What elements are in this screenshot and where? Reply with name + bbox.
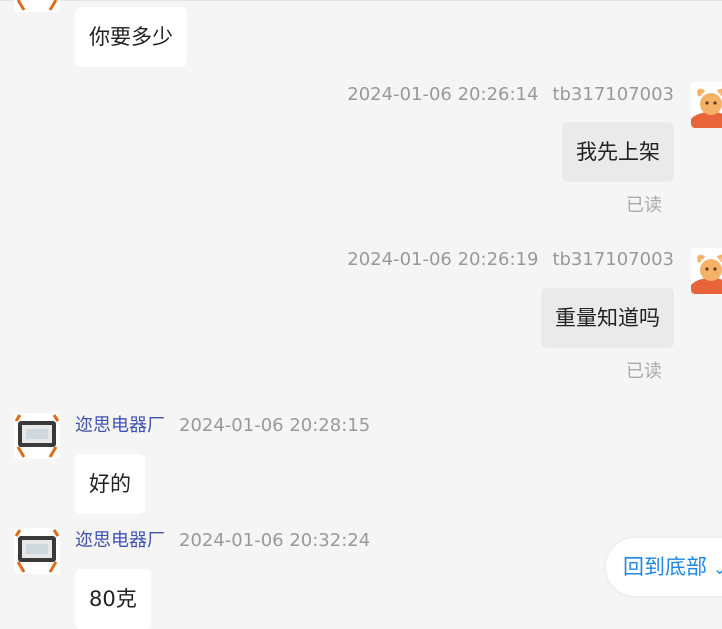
- message-meta: 迩思电器厂 2024-01-06 20:32:24: [75, 529, 370, 553]
- message-time: 2024-01-06 20:26:14: [347, 84, 539, 105]
- read-status: 已读: [626, 361, 662, 382]
- shop-avatar[interactable]: [14, 413, 60, 459]
- message-bubble[interactable]: 80克: [75, 569, 151, 629]
- read-status: 已读: [626, 195, 662, 216]
- back-to-bottom-label: 回到底部: [623, 555, 707, 579]
- message-bubble[interactable]: 你要多少: [75, 7, 187, 67]
- message-meta: 迩思电器厂 2024-01-06 20:28:15: [75, 414, 370, 438]
- message-bubble[interactable]: 好的: [75, 454, 145, 514]
- back-to-bottom-button[interactable]: 回到底部 ⌄: [606, 538, 722, 596]
- shop-avatar[interactable]: [14, 528, 60, 574]
- message-sender: tb317107003: [552, 249, 674, 270]
- message-time: 2024-01-06 20:26:19: [347, 249, 539, 270]
- message-time: 2024-01-06 20:28:15: [179, 415, 371, 436]
- message-sender[interactable]: 迩思电器厂: [75, 415, 165, 436]
- message-meta: 2024-01-06 20:26:14 tb317107003: [347, 83, 674, 107]
- message-sender: tb317107003: [552, 84, 674, 105]
- message-time: 2024-01-06 20:32:24: [179, 530, 371, 551]
- user-avatar[interactable]: [691, 82, 722, 128]
- message-meta: 2024-01-06 20:26:19 tb317107003: [347, 248, 674, 272]
- message-bubble[interactable]: 我先上架: [562, 122, 674, 182]
- message-sender[interactable]: 迩思电器厂: [75, 530, 165, 551]
- user-avatar[interactable]: [691, 248, 722, 294]
- message-bubble[interactable]: 重量知道吗: [541, 288, 674, 348]
- chevron-down-icon: ⌄: [713, 559, 722, 578]
- shop-avatar[interactable]: [14, 0, 60, 12]
- chat-history[interactable]: 你要多少 2024-01-06 20:26:14 tb317107003 我先上架…: [0, 0, 722, 629]
